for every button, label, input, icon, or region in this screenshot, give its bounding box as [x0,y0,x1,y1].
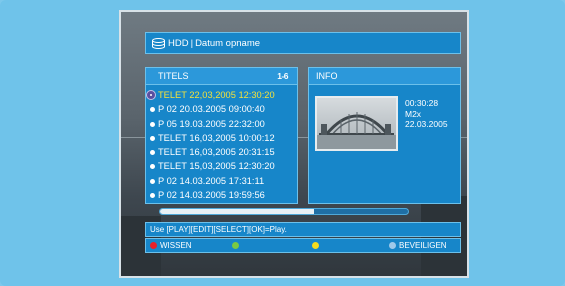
recording-item[interactable]: P 05 19.03.2005 22:32:00 [146,117,297,131]
blue-button-icon[interactable] [389,242,396,249]
bullet-icon [150,178,155,184]
titles-panel-header: TITELS 1-6 [146,68,297,85]
info-panel-header: INFO [309,68,460,85]
recording-label: P 02 20.03.2005 09:00:40 [158,104,265,115]
recording-duration: 00:30:28 [405,98,439,108]
green-button-icon[interactable] [232,242,239,249]
bullet-icon [150,193,155,199]
info-panel: INFO 00:30:28 M2x 22.03.2005 [308,67,461,204]
source-label: HDD [168,37,189,49]
info-heading: INFO [316,71,338,81]
header-bar: HDD | Datum opname [145,32,461,54]
bullet-icon [150,135,155,141]
recording-label: P 02 14.03.2005 19:59:56 [158,190,265,201]
recording-item[interactable]: TELET 16,03,2005 10:00:12 [146,131,297,145]
disk-usage-bar [159,208,409,215]
titles-count: 1-6 [277,71,288,81]
header-separator: | [190,37,194,49]
titles-panel: TITELS 1-6 TELET 22,03,2005 12:30:20 P 0… [145,67,298,204]
recording-item[interactable]: P 02 14.03.2005 17:31:11 [146,174,297,188]
recording-label: TELET 15,03,2005 12:30:20 [158,161,275,172]
bullet-icon [150,107,155,113]
recording-label: P 02 14.03.2005 17:31:11 [158,175,265,186]
hdd-icon [152,37,165,49]
recording-item[interactable]: TELET 22,03,2005 12:30:20 [146,88,297,102]
recording-label: P 05 19.03.2005 22:32:00 [158,118,265,129]
bullet-icon [150,164,155,170]
recording-label: TELET 16,03,2005 10:00:12 [158,132,275,143]
red-button-label[interactable]: WISSEN [160,239,192,252]
recording-label: TELET 22,03,2005 12:30:20 [158,90,275,100]
bullet-icon [150,150,155,156]
recording-date: 22.03.2005 [405,119,448,129]
blue-button-label[interactable]: BEVEILIGEN [399,239,447,252]
recording-quality: M2x [405,108,422,119]
recording-item[interactable]: TELET 16,03,2005 20:31:15 [146,145,297,159]
yellow-button-icon[interactable] [312,242,319,249]
disc-icon [146,90,156,100]
bullet-icon [150,121,155,127]
red-button-icon[interactable] [150,242,157,249]
recording-details: 00:30:28 M2x 22.03.2005 [405,98,448,130]
recording-list: TELET 22,03,2005 12:30:20 P 02 20.03.200… [146,85,297,202]
recording-thumbnail [315,96,398,151]
color-button-bar: WISSEN BEVEILIGEN [145,238,461,253]
recording-item[interactable]: P 02 20.03.2005 09:00:40 [146,102,297,116]
help-text: Use [PLAY][EDIT][SELECT][OK]=Play. [150,225,287,234]
titles-heading: TITELS [158,71,189,81]
tv-screen: HDD | Datum opname TITELS 1-6 TELET 22,0… [119,10,469,278]
recording-item[interactable]: TELET 15,03,2005 12:30:20 [146,159,297,173]
disk-usage-fill [160,209,314,214]
recording-item[interactable]: P 02 14.03.2005 19:59:56 [146,188,297,202]
recording-label: TELET 16,03,2005 20:31:15 [158,147,275,158]
page-title: Datum opname [195,37,261,49]
help-bar: Use [PLAY][EDIT][SELECT][OK]=Play. [145,222,461,237]
thumbnail-water [317,135,396,149]
